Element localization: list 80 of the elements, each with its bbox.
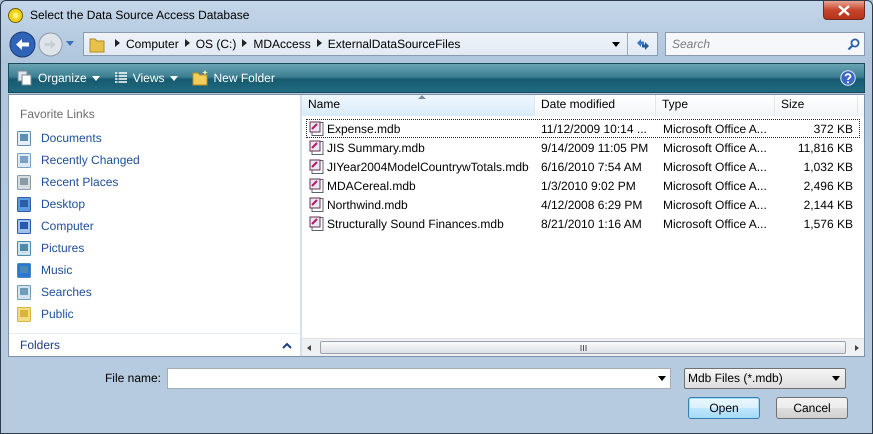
table-cell-text: 2,144 KB <box>802 196 854 214</box>
search-icon <box>847 38 860 50</box>
file-row[interactable]: Expense.mdb 11/12/2009 10:14 ... Microsoft Office A... 372 KB <box>306 119 860 138</box>
chevron-icon[interactable] <box>242 38 248 47</box>
close-button[interactable] <box>823 1 865 20</box>
file-name-field[interactable] <box>167 368 671 388</box>
table-cell-text: 11/12/2009 10:14 ... <box>540 120 648 138</box>
history-dropdown-icon[interactable] <box>65 41 75 47</box>
database-file-icon <box>309 140 325 156</box>
help-icon[interactable] <box>840 70 856 86</box>
file-type-dropdown[interactable]: Mdb Files (*.mdb) <box>684 368 846 388</box>
table-cell-text: 1,032 KB <box>802 158 854 176</box>
chevron-icon[interactable] <box>115 38 120 47</box>
refresh-icon[interactable] <box>636 38 650 50</box>
file-name[interactable]: JIYear2004ModelCountrywTotals.mdb <box>327 158 529 176</box>
database-file-icon <box>309 120 325 136</box>
organize-button[interactable]: Organize <box>17 69 100 87</box>
column-header[interactable]: Type <box>656 95 775 116</box>
table-cell-text: Microsoft Office A... <box>662 140 768 156</box>
column-header[interactable]: Name <box>302 95 535 116</box>
open-button[interactable]: Open <box>688 397 760 419</box>
breadcrumb-item[interactable]: OS (C:) <box>196 35 236 53</box>
close-icon[interactable] <box>837 4 851 16</box>
sidebar-item[interactable]: Desktop <box>9 193 300 215</box>
breadcrumb-item[interactable]: ExternalDataSourceFiles <box>328 35 460 53</box>
sidebar-item[interactable]: Recent Places <box>9 171 300 193</box>
file-name[interactable]: Structurally Sound Finances.mdb <box>327 214 504 232</box>
dropdown-icon <box>832 376 840 380</box>
sidebar-item[interactable]: Pictures <box>9 237 300 259</box>
scroll-thumb[interactable] <box>320 341 846 354</box>
folders-label[interactable]: Folders <box>20 336 60 354</box>
field-label: File name: <box>104 370 162 387</box>
sidebar-item[interactable]: Public <box>9 303 300 325</box>
app-icon <box>7 6 24 24</box>
table-cell-text: 8/21/2010 1:16 AM <box>540 216 643 232</box>
table-cell-text: Microsoft Office A... <box>662 216 768 232</box>
expand-toggle-icon[interactable] <box>282 342 292 348</box>
database-file-icon <box>309 216 325 232</box>
file-name[interactable]: JIS Summary.mdb <box>327 138 425 156</box>
window-title: Select the Data Source Access Database <box>30 7 250 24</box>
database-file-icon <box>309 196 325 212</box>
table-cell-text: 372 KB <box>812 120 854 138</box>
table-cell-text: 4/12/2008 6:29 PM <box>540 196 644 214</box>
dropdown-icon[interactable] <box>612 42 620 46</box>
table-cell-text: 6/16/2010 7:54 AM <box>540 158 643 176</box>
database-file-icon <box>309 158 325 174</box>
file-name[interactable]: MDACereal.mdb <box>327 176 416 194</box>
table-cell-text: Microsoft Office A... <box>662 196 768 214</box>
back-button[interactable] <box>9 30 36 58</box>
pages-icon <box>17 70 33 86</box>
table-cell-text: Microsoft Office A... <box>662 120 768 138</box>
table-cell-text: 9/14/2009 11:05 PM <box>540 140 650 156</box>
table-cell-text: 1/3/2010 9:02 PM <box>540 178 637 194</box>
database-file-icon <box>309 178 325 194</box>
dropdown-icon[interactable] <box>658 376 666 380</box>
section-heading: Favorite Links <box>19 106 96 123</box>
column-header[interactable]: Date modified <box>535 95 656 116</box>
table-cell-text: 2,496 KB <box>802 178 854 194</box>
new-folder-button[interactable]: New Folder <box>192 69 275 87</box>
column-header[interactable]: Size <box>775 95 858 116</box>
chevron-icon[interactable] <box>184 38 190 47</box>
breadcrumb-item[interactable]: MDAccess <box>253 35 311 53</box>
search-box[interactable]: Search <box>665 32 865 56</box>
table-cell-text: 1,576 KB <box>802 216 854 232</box>
file-name[interactable]: Expense.mdb <box>327 120 400 138</box>
cancel-button[interactable]: Cancel <box>776 397 848 419</box>
list-icon <box>114 71 128 85</box>
search-field[interactable]: Search <box>672 35 847 53</box>
sidebar-item[interactable]: Music <box>9 259 300 281</box>
sidebar-item[interactable]: Documents <box>9 127 300 149</box>
table-cell-text: 11,816 KB <box>796 140 854 156</box>
breadcrumb-item[interactable]: Computer <box>126 35 179 53</box>
sidebar-item[interactable]: Computer <box>9 215 300 237</box>
table-cell-text: Microsoft Office A... <box>662 158 768 176</box>
chevron-icon[interactable] <box>316 38 322 47</box>
table-cell-text: Microsoft Office A... <box>662 178 768 194</box>
sidebar-item[interactable]: Searches <box>9 281 300 303</box>
sidebar-item[interactable]: Recently Changed <box>9 149 300 171</box>
file-name[interactable]: Northwind.mdb <box>327 196 408 214</box>
views-button[interactable]: Views <box>114 69 178 87</box>
